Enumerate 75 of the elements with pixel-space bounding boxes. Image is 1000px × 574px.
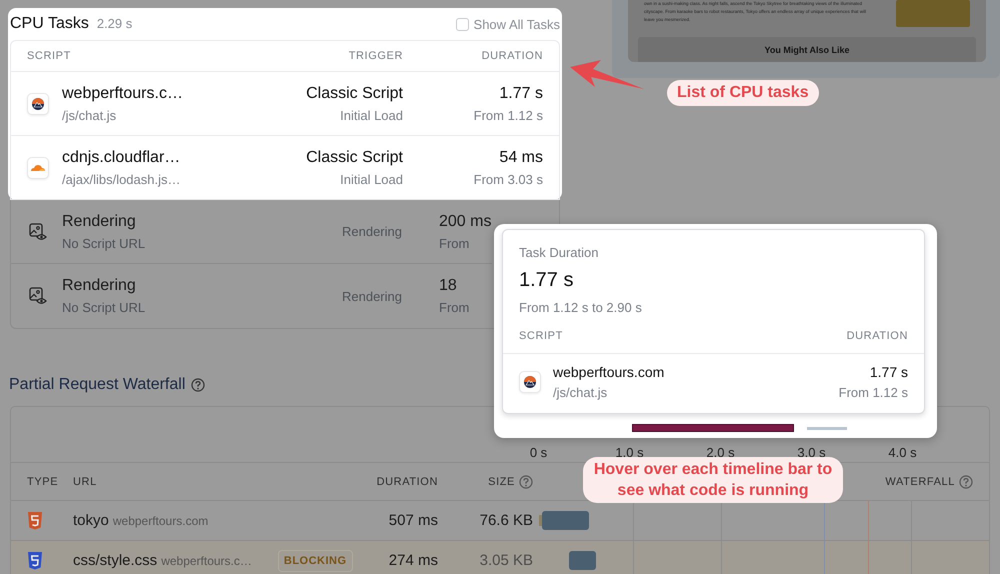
total-duration: 2.29 s [96,16,132,31]
axis-label: 4.0 s [887,445,918,460]
column-header: WATERFALL [885,476,955,488]
script-path: No Script URL [62,300,146,315]
tooltip-label: Task Duration [519,245,600,260]
image-eye-icon [28,222,48,242]
trigger-type: Classic Script [305,84,403,102]
column-header: URL [73,476,97,488]
task-start: From [439,300,470,315]
tooltip-value: 1.77 s [519,269,574,292]
request-url: css/style.css [73,552,158,569]
task-bar [807,427,847,430]
task-row[interactable]: Rendering No Script URL Rendering 200 ms From [11,200,492,264]
task-duration: 1.77 s [499,84,543,102]
task-start: From [439,236,470,250]
trigger-cause: Initial Load [339,172,403,186]
request-url: tokyo [73,512,109,529]
annotation-label: Hover over each timeline bar to see what code is running [583,457,843,503]
task-start: From 1.12 s [474,108,543,122]
waterfall-bar [569,551,596,570]
script-path: /ajax/libs/lodash.js… [62,172,182,186]
site-logo-icon [26,92,48,114]
request-duration: 507 ms [388,512,438,529]
axis-label: 1.0 s [614,445,645,460]
section-heading: You Might Also Like [764,44,850,54]
annotation-label: List of CPU tasks [667,80,819,106]
script-path: /js/chat.js [62,108,118,122]
column-header: DURATION [480,50,543,62]
task-row[interactable]: cdnjs.cloudflar… /ajax/libs/lodash.js… Classic Script Initial Load 54 ms From 3.03 s [11,136,559,200]
request-size: 76.6 KB [480,512,533,529]
request-duration: 274 ms [388,552,438,569]
show-all-checkbox[interactable]: Show All Tasks [456,16,560,32]
task-start: From 3.03 s [474,172,543,186]
axis-label: 2.0 s [705,445,736,460]
trigger-cause: Rendering [341,288,402,304]
request-host: webperftours.c… [161,554,252,568]
column-header: DURATION [376,476,438,488]
column-header: SIZE [488,476,515,488]
tooltip-range: From 1.12 s to 2.90 s [519,300,643,315]
task-row[interactable]: Rendering No Script URL Rendering 18 From [11,264,492,328]
script-path: No Script URL [62,236,146,250]
script-path: /js/chat.js [553,385,608,400]
waterfall-bar [542,511,589,530]
script-name: webperftours.c… [62,84,184,102]
column-header: SCRIPT [519,330,563,344]
trigger-cause: Initial Load [339,108,403,122]
axis-label: 0 s [528,445,548,460]
task-duration: 54 ms [499,148,543,166]
card-title: CPU Tasks [10,15,89,33]
script-name: webperftours.com [553,364,666,380]
script-name: cdnjs.cloudflar… [62,148,182,166]
status-badge: BLOCKING [278,550,353,572]
column-header: SCRIPT [26,50,72,62]
task-row[interactable]: webperftours.c… /js/chat.js Classic Script Initial Load 1.77 s From 1.12 s [11,72,559,136]
task-start: From 1.12 s [838,385,908,400]
site-logo-icon [519,371,541,393]
script-name: Rendering [62,277,137,295]
column-header: TYPE [27,476,58,488]
request-size: 3.05 KB [480,552,533,569]
column-header: DURATION [846,330,908,344]
trigger-type: Classic Script [305,148,403,166]
task-duration: 200 ms [439,212,492,230]
request-host: webperftours.com [112,514,208,528]
css-file-icon [27,552,43,570]
html-file-icon [27,512,43,530]
task-duration: 1.77 s [868,364,908,380]
cloud-logo-icon [26,156,48,178]
image-eye-icon [28,286,48,306]
column-header: TRIGGER [348,50,403,62]
section-title: Partial Request Waterfall [9,376,186,394]
task-duration: 18 [439,277,457,295]
trigger-cause: Rendering [341,224,402,239]
axis-label: 3.0 s [796,445,827,460]
help-icon [191,378,206,392]
script-name: Rendering [62,212,137,230]
